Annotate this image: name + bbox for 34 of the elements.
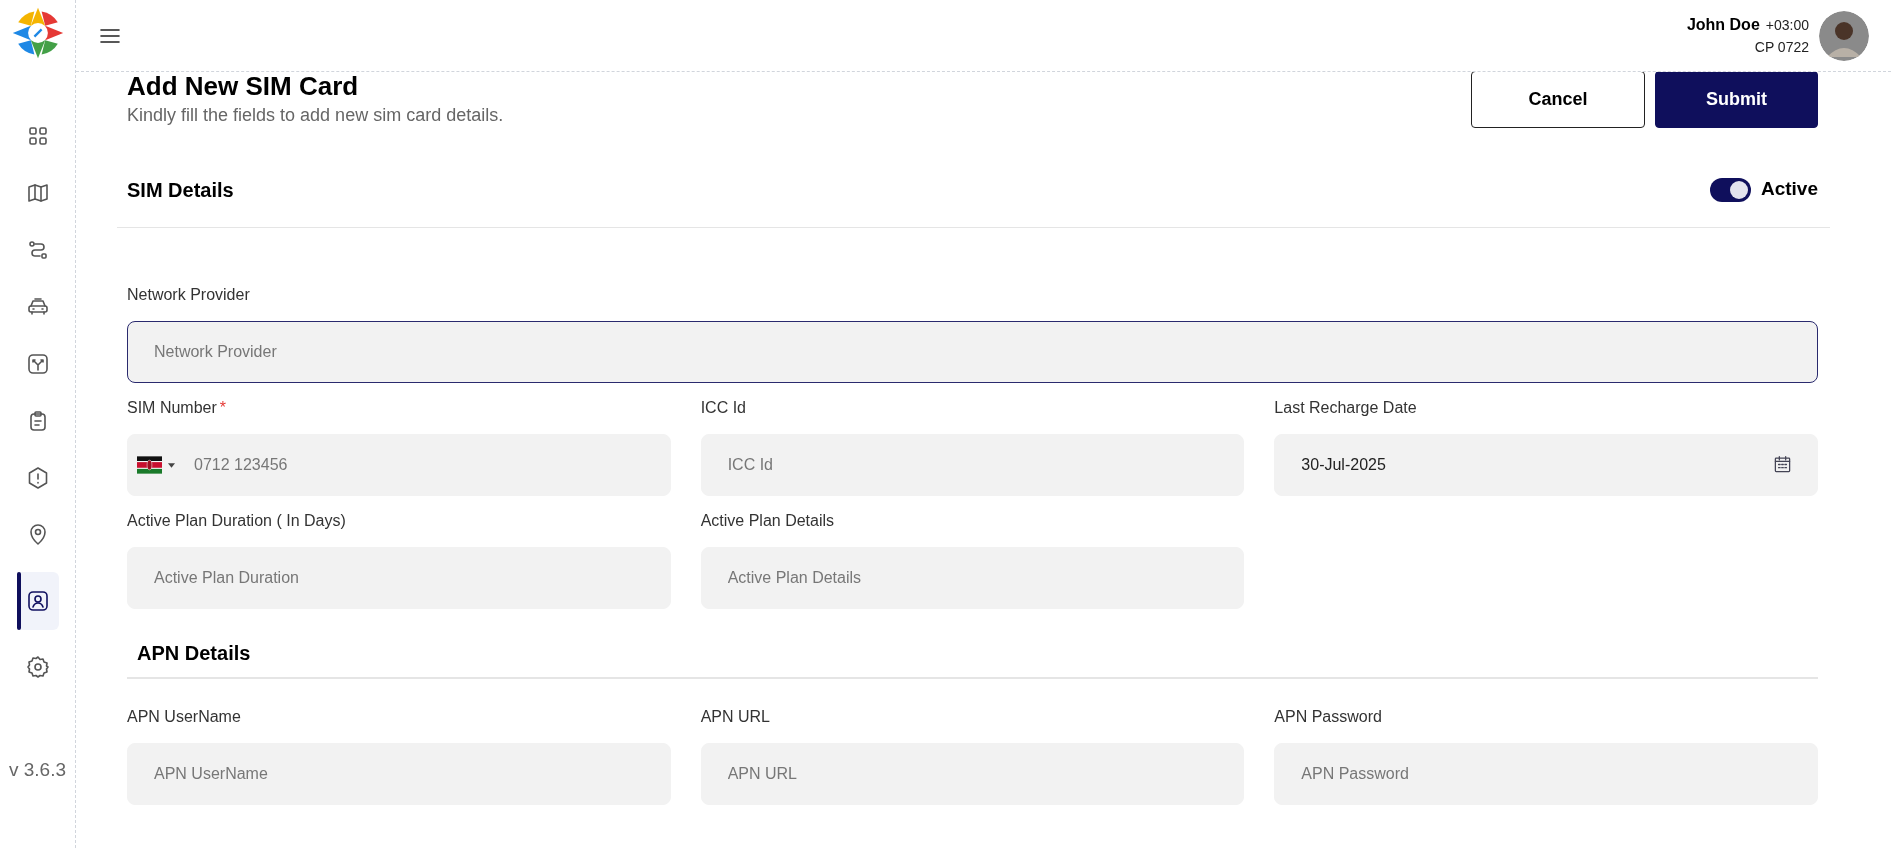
fork-icon [25,352,50,376]
settings-icon [25,655,50,679]
page-subtitle: Kindly fill the fields to add new sim card details. [127,104,504,127]
phone-field[interactable]: 0712 123456 [127,434,671,496]
field-label: APN URL [700,708,770,726]
input-field[interactable]: Network Provider [127,321,1818,383]
toggle-switch[interactable] [1709,177,1751,202]
timezone-label: +03:00 [1765,16,1809,35]
date-field[interactable]: 30-Jul-2025 [1274,434,1818,496]
calendar-icon[interactable] [1773,455,1792,474]
company-label: CP 0722 [1754,38,1809,57]
user-avatar[interactable] [1819,10,1869,61]
field-label: SIM Number [127,399,217,417]
cancel-button[interactable]: Cancel [1471,72,1645,128]
flag-icon[interactable] [137,456,162,474]
field-label: Active Plan Details [700,512,835,530]
toggle-label: Active [1760,177,1818,202]
field-label: APN Password [1274,708,1382,726]
field-label: Network Provider [127,286,250,304]
field-label: ICC Id [700,399,746,417]
field-label: APN UserName [127,708,241,726]
page-title: Add New SIM Card [127,72,360,100]
user-name: John Doe [1686,15,1760,35]
required-asterisk: * [219,399,227,417]
caret-icon [168,463,175,468]
field-label: Last Recharge Date [1274,399,1417,417]
submit-button[interactable]: Submit [1655,72,1818,128]
map-icon [25,181,50,205]
section-title: SIM Details [127,177,234,203]
section-title: APN Details [137,641,251,666]
sidebar-item[interactable] [16,572,59,630]
version-label: v 3.6.3 [8,757,66,782]
user-icon [25,589,50,613]
field-label: Active Plan Duration ( In Days) [127,512,346,530]
